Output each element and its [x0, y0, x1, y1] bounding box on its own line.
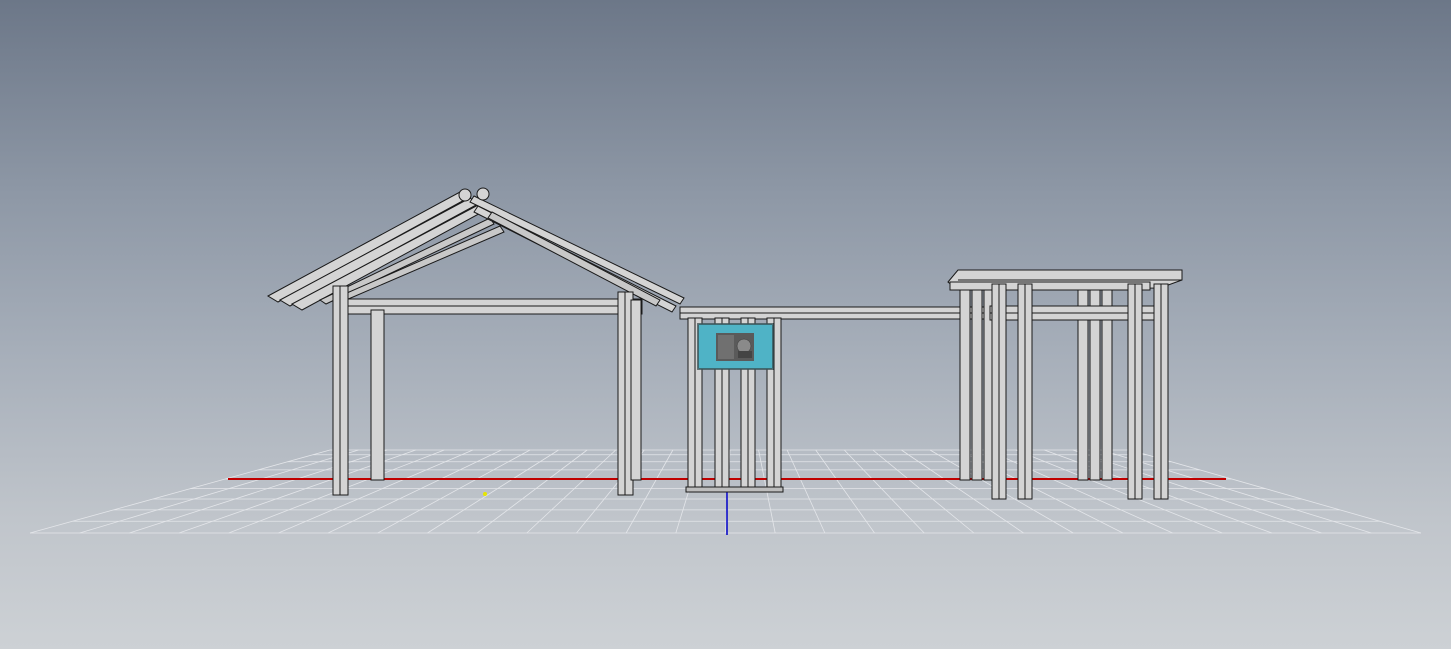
grid-line: [815, 449, 875, 534]
grid-line: [1129, 449, 1422, 534]
grid-line: [29, 449, 331, 534]
origin-marker: [483, 492, 487, 496]
display-board-frame[interactable]: [679, 306, 991, 493]
grid-line: [843, 449, 925, 534]
grid-line: [1015, 449, 1223, 534]
grid-line: [872, 449, 975, 534]
display-panel-image-icon: [716, 333, 754, 361]
grid-line: [377, 449, 531, 534]
cad-viewport[interactable]: [0, 0, 1451, 649]
grid-line: [327, 449, 502, 534]
gable-roof-pavilion[interactable]: [266, 187, 685, 496]
flat-roof-pergola[interactable]: [947, 269, 1183, 500]
grid-line: [79, 449, 359, 534]
grid-line: [786, 449, 826, 534]
scene-canvas: [29, 187, 1422, 535]
